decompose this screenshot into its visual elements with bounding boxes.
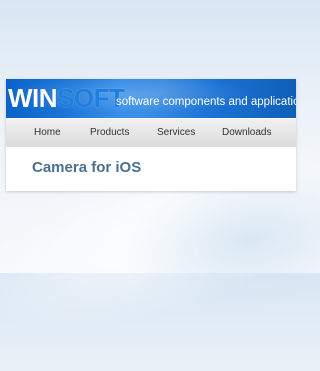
main-navigation: Home Products Services Downloads xyxy=(6,118,296,148)
nav-item-services[interactable]: Services xyxy=(157,119,195,147)
logo-win-text: WIN xyxy=(8,83,58,113)
nav-item-home[interactable]: Home xyxy=(34,119,61,147)
nav-item-products[interactable]: Products xyxy=(90,119,129,147)
content-area: Camera for iOS xyxy=(6,147,296,191)
winsoft-logo[interactable]: WINSOFT xyxy=(8,83,125,113)
website-card: WINSOFT software components and applicat… xyxy=(6,79,296,191)
header-banner: WINSOFT software components and applicat… xyxy=(6,79,296,129)
logo-soft-text: SOFT xyxy=(57,83,125,113)
header-tagline: software components and applications xyxy=(116,96,296,108)
nav-item-downloads[interactable]: Downloads xyxy=(222,119,271,147)
page-title: Camera for iOS xyxy=(32,159,142,176)
